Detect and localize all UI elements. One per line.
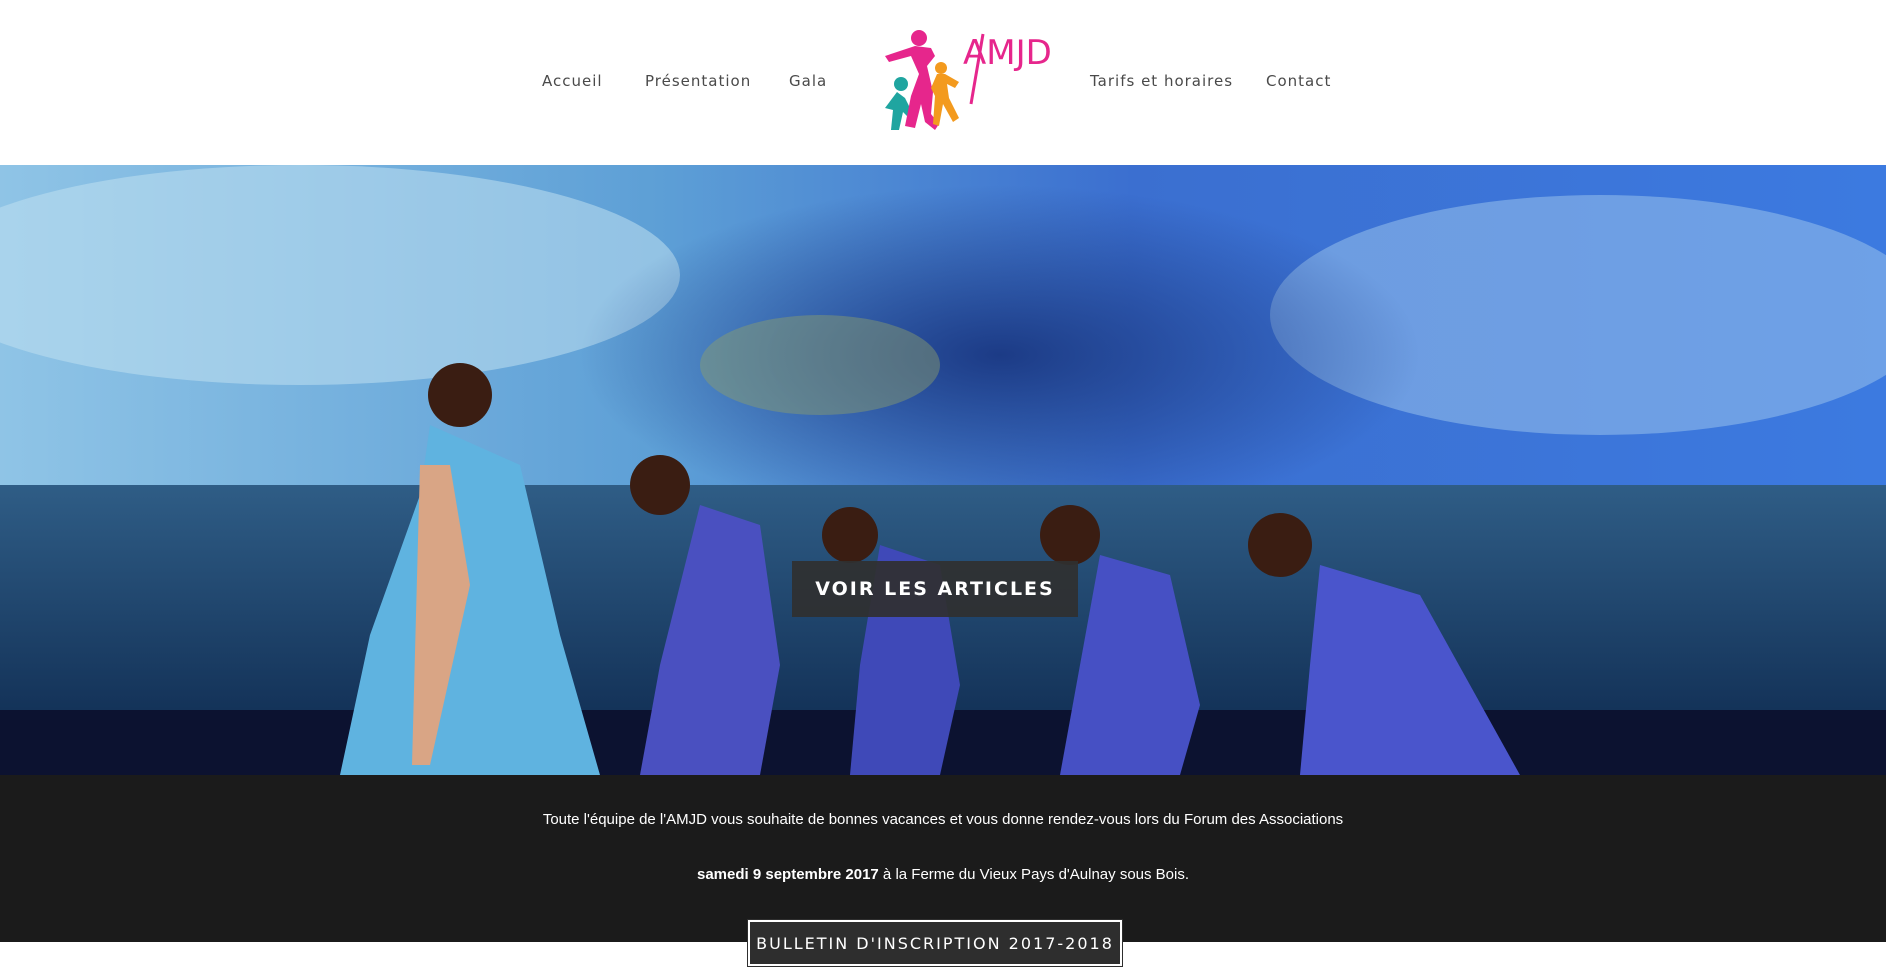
nav-accueil[interactable]: Accueil xyxy=(542,72,603,90)
hero-banner: VOIR LES ARTICLES xyxy=(0,165,1886,775)
voir-les-articles-button[interactable]: VOIR LES ARTICLES xyxy=(792,561,1078,617)
svg-text:AMJD: AMJD xyxy=(963,33,1050,73)
announcement-line-1: Toute l'équipe de l'AMJD vous souhaite d… xyxy=(542,811,1344,828)
dancers-logo-icon: AMJD xyxy=(885,30,1050,130)
bulletin-inscription-button[interactable]: BULLETIN D'INSCRIPTION 2017-2018 xyxy=(747,919,1123,967)
site-logo[interactable]: AMJD xyxy=(875,26,1050,138)
site-header: Accueil Présentation Gala AMJD Tarifs et… xyxy=(0,0,1886,165)
announcement-date: samedi 9 septembre 2017 xyxy=(696,866,879,883)
announcement-band: Toute l'équipe de l'AMJD vous souhaite d… xyxy=(0,775,1886,942)
announcement-line-2: samedi 9 septembre 2017 à la Ferme du Vi… xyxy=(0,866,1886,883)
nav-tarifs-horaires[interactable]: Tarifs et horaires xyxy=(1090,72,1233,90)
nav-contact[interactable]: Contact xyxy=(1266,72,1331,90)
announcement-location: à la Ferme du Vieux Pays d'Aulnay sous B… xyxy=(878,866,1190,883)
nav-gala[interactable]: Gala xyxy=(789,72,827,90)
nav-presentation[interactable]: Présentation xyxy=(645,72,751,90)
dancers-on-stage-photo xyxy=(0,165,1886,775)
